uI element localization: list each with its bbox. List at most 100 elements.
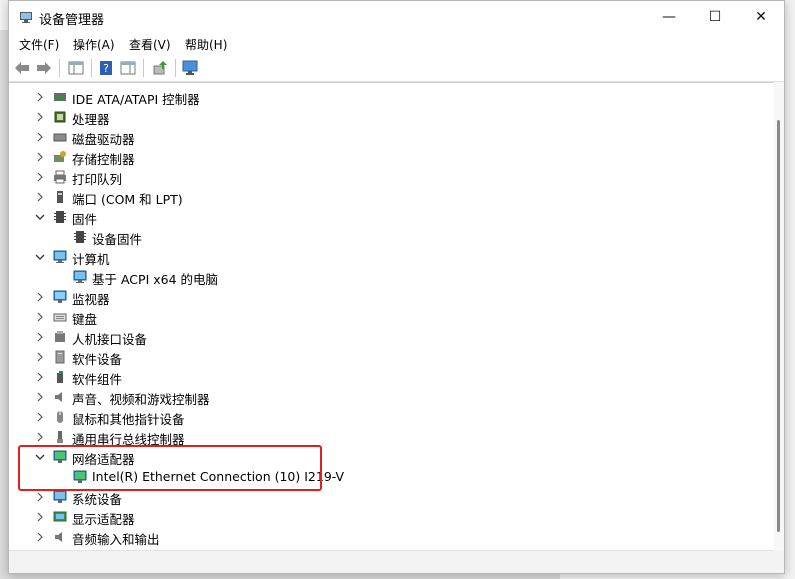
chevron-right-icon[interactable] — [33, 290, 47, 304]
tree-category[interactable]: 磁盘驱动器 — [9, 127, 769, 147]
tree-category[interactable]: 人机接口设备 — [9, 327, 769, 347]
back-button[interactable] — [13, 59, 31, 77]
device-manager-window: 设备管理器 — ☐ ✕ 文件(F) 操作(A) 查看(V) 帮助(H) ? ID… — [8, 0, 785, 574]
close-button[interactable]: ✕ — [738, 1, 784, 33]
chevron-down-icon[interactable] — [33, 250, 47, 264]
chevron-right-icon[interactable] — [33, 430, 47, 444]
tree-category[interactable]: 网络适配器 — [9, 447, 769, 467]
chevron-right-icon[interactable] — [33, 130, 47, 144]
details-pane-icon — [120, 61, 136, 75]
tree-node-label: 存储控制器 — [72, 152, 135, 167]
audio-io-icon — [55, 532, 62, 542]
tree-category[interactable]: 监视器 — [9, 287, 769, 307]
chevron-down-icon[interactable] — [33, 450, 47, 464]
vertical-scrollbar[interactable] — [774, 82, 784, 550]
tree-category[interactable]: 声音、视频和游戏控制器 — [9, 387, 769, 407]
tree-node-label: 软件设备 — [72, 352, 123, 367]
chevron-right-icon[interactable] — [33, 530, 47, 544]
chevron-right-icon[interactable] — [33, 90, 47, 104]
usb-icon — [57, 431, 63, 443]
tree-node-label: 端口 (COM 和 LPT) — [72, 192, 183, 207]
chevron-right-icon[interactable] — [33, 390, 47, 404]
tree-node-label: 音频输入和输出 — [72, 532, 160, 547]
chevron-right-icon[interactable] — [33, 410, 47, 424]
minimize-icon: — — [662, 9, 676, 25]
chevron-right-icon[interactable] — [33, 370, 47, 384]
maximize-button[interactable]: ☐ — [692, 1, 738, 33]
tree-category[interactable]: 固件 — [9, 207, 769, 227]
software-device-icon — [55, 350, 65, 364]
hid-icon — [55, 331, 65, 342]
menu-view[interactable]: 查看(V) — [129, 36, 171, 53]
keyboard-icon — [53, 313, 67, 322]
forward-arrow-icon — [37, 62, 51, 74]
title-bar[interactable]: 设备管理器 — ☐ ✕ — [9, 1, 784, 33]
menu-help[interactable]: 帮助(H) — [185, 36, 227, 53]
scrollbar-thumb[interactable] — [777, 120, 780, 532]
tree-category[interactable]: 显示适配器 — [9, 507, 769, 527]
software-component-icon — [57, 371, 63, 383]
tree-node-label: 人机接口设备 — [72, 332, 148, 347]
tree-category[interactable]: 端口 (COM 和 LPT) — [9, 187, 769, 207]
menu-action[interactable]: 操作(A) — [73, 36, 115, 53]
disk-drive-icon — [53, 133, 67, 142]
minimize-button[interactable]: — — [646, 1, 692, 33]
close-icon: ✕ — [755, 9, 767, 25]
chevron-right-icon[interactable] — [33, 350, 47, 364]
chevron-right-icon[interactable] — [33, 110, 47, 124]
help-button[interactable]: ? — [97, 59, 115, 77]
tree-category[interactable]: 音频输入和输出 — [9, 527, 769, 547]
tree-category[interactable]: 软件设备 — [9, 347, 769, 367]
tree-category[interactable]: 计算机 — [9, 247, 769, 267]
speaker-icon — [55, 392, 62, 402]
storage-controller-icon — [54, 151, 66, 162]
properties-pane-button[interactable] — [67, 59, 85, 77]
tree-node-label: 系统设备 — [72, 492, 123, 507]
maximize-icon: ☐ — [708, 9, 722, 25]
monitor-icon — [53, 290, 67, 303]
tree-category[interactable]: IDE ATA/ATAPI 控制器 — [9, 87, 769, 107]
mouse-icon — [57, 411, 63, 423]
tree-node-label: 键盘 — [72, 312, 98, 327]
chevron-right-icon[interactable] — [33, 170, 47, 184]
tree-category[interactable]: 软件组件 — [9, 367, 769, 387]
tree-category[interactable]: 处理器 — [9, 107, 769, 127]
firmware-icon — [54, 211, 66, 223]
tree-category[interactable]: 打印队列 — [9, 167, 769, 187]
chevron-right-icon[interactable] — [33, 190, 47, 204]
chevron-right-icon[interactable] — [33, 310, 47, 324]
chevron-down-icon[interactable] — [33, 210, 47, 224]
toolbar-separator — [175, 59, 176, 77]
status-bar — [9, 550, 774, 573]
scan-hardware-icon — [182, 60, 198, 75]
show-hide-button[interactable] — [119, 59, 137, 77]
chevron-right-icon[interactable] — [33, 490, 47, 504]
tree-node-label: 基于 ACPI x64 的电脑 — [92, 272, 219, 287]
tree-category[interactable]: 通用串行总线控制器 — [9, 427, 769, 447]
tree-node-label: 声音、视频和游戏控制器 — [72, 392, 210, 407]
chevron-right-icon[interactable] — [33, 510, 47, 524]
tree-node-label: 计算机 — [72, 252, 110, 267]
firmware-icon — [74, 231, 86, 243]
chevron-right-icon[interactable] — [33, 330, 47, 344]
port-icon — [57, 191, 63, 203]
scan-hardware-button[interactable] — [181, 59, 199, 77]
device-tree[interactable]: IDE ATA/ATAPI 控制器 处理器磁盘驱动器存储控制器 打印队列端口 (CO… — [9, 82, 774, 551]
toolbar: ? — [9, 55, 784, 82]
tree-device[interactable]: 基于 ACPI x64 的电脑 — [9, 267, 769, 287]
tree-category[interactable]: 键盘 — [9, 307, 769, 327]
tree-device[interactable]: 设备固件 — [9, 227, 769, 247]
display-adapter-icon — [53, 511, 67, 522]
tree-category[interactable]: 鼠标和其他指针设备 — [9, 407, 769, 427]
forward-button[interactable] — [35, 59, 53, 77]
tree-node-label: 显示适配器 — [72, 512, 135, 527]
menu-file[interactable]: 文件(F) — [19, 36, 59, 53]
tree-category[interactable]: 存储控制器 — [9, 147, 769, 167]
tree-category[interactable]: 系统设备 — [9, 487, 769, 507]
chevron-right-icon[interactable] — [33, 150, 47, 164]
tree-node-label: Intel(R) Ethernet Connection (10) I219-V — [92, 469, 345, 484]
back-arrow-icon — [15, 62, 29, 74]
tree-node-label: 磁盘驱动器 — [72, 132, 135, 147]
tree-device[interactable]: Intel(R) Ethernet Connection (10) I219-V — [9, 467, 769, 487]
update-driver-button[interactable] — [151, 59, 169, 77]
